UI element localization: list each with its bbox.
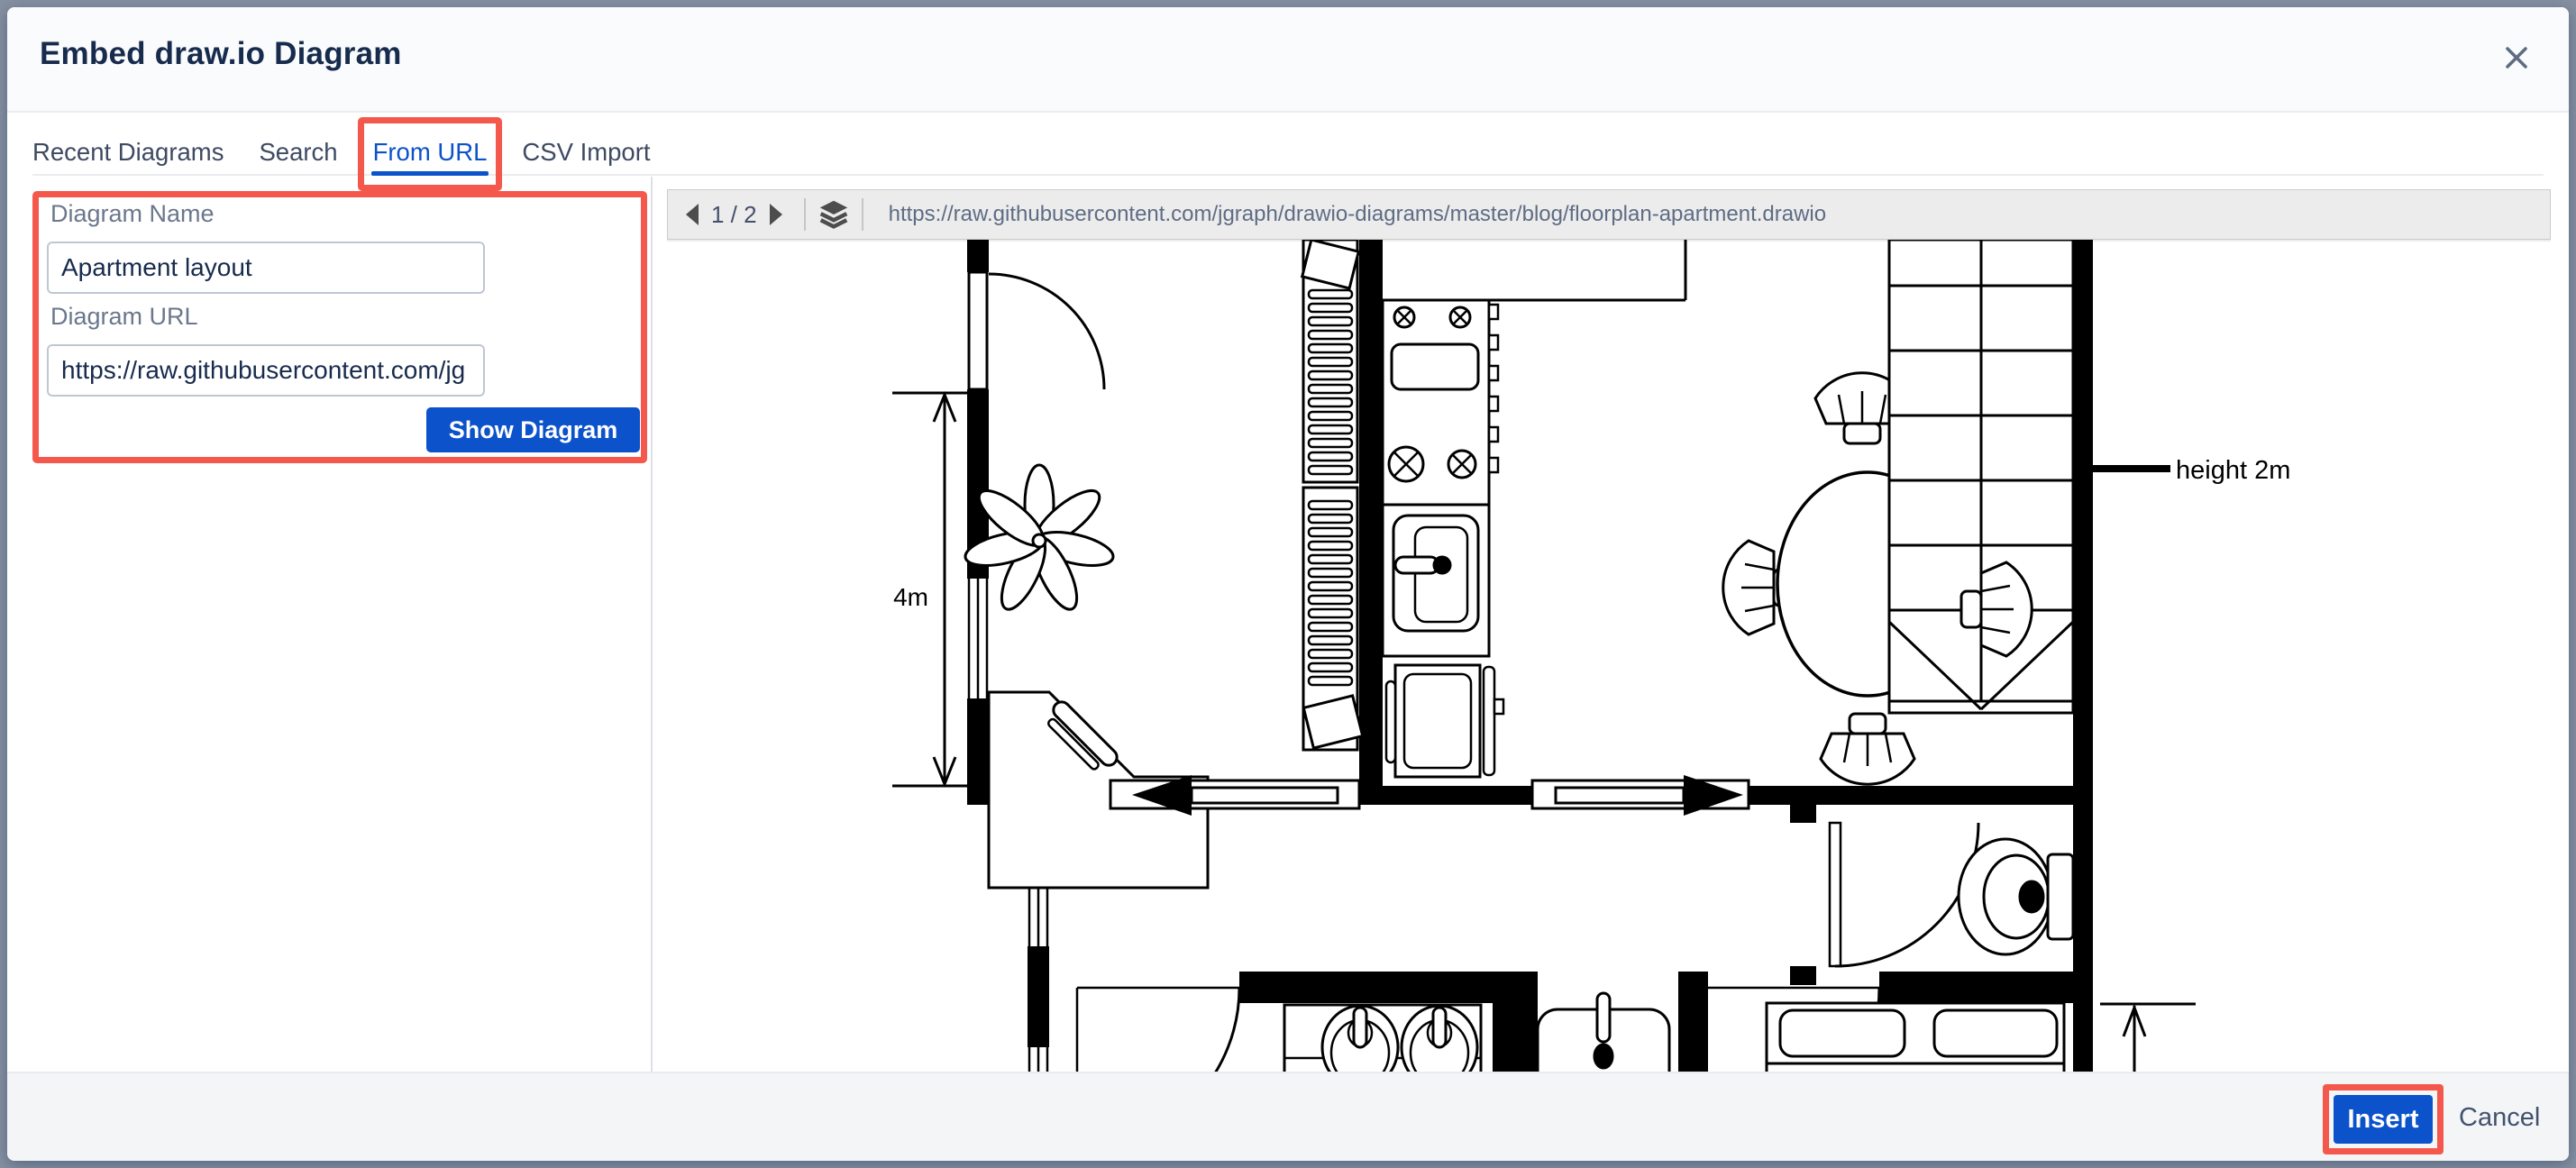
panel-preview-divider [651, 177, 653, 1073]
bed [1767, 1003, 2064, 1073]
toilet-room [1830, 823, 2073, 966]
diagram-url-input[interactable] [47, 344, 485, 397]
tab-bar: Recent Diagrams Search From URL CSV Impo… [32, 134, 651, 176]
tab-recent-diagrams[interactable]: Recent Diagrams [32, 134, 224, 176]
previous-page-icon [682, 202, 702, 227]
next-page-button[interactable] [761, 196, 791, 233]
next-page-icon [766, 202, 786, 227]
tab-label: Search [259, 138, 337, 166]
show-diagram-button[interactable]: Show Diagram [426, 407, 640, 452]
previous-page-button[interactable] [677, 196, 708, 233]
toolbar-separator [804, 198, 806, 231]
toolbar-separator [862, 198, 863, 231]
annotation-box-insert: Insert [2323, 1084, 2444, 1154]
tab-csv-import[interactable]: CSV Import [522, 134, 650, 176]
page-indicator: 1 / 2 [711, 201, 757, 229]
dialog-title: Embed draw.io Diagram [40, 36, 402, 72]
bathroom-sinks [1284, 1005, 1481, 1073]
tab-label: From URL [373, 138, 488, 166]
diagram-name-label: Diagram Name [50, 200, 215, 228]
floorplan-preview: 4m [667, 240, 2565, 1073]
insert-button[interactable]: Insert [2334, 1095, 2433, 1144]
layers-button[interactable] [818, 196, 849, 233]
dialog-footer [7, 1072, 2569, 1161]
close-icon [2503, 44, 2530, 71]
diagram-source-url: https://raw.githubusercontent.com/jgraph… [889, 202, 1827, 227]
tab-from-url[interactable]: From URL [373, 134, 488, 176]
tab-search[interactable]: Search [259, 134, 337, 176]
bottom-left-room [1077, 988, 1239, 1073]
diagram-url-label: Diagram URL [50, 303, 198, 331]
kitchen [1383, 240, 1685, 777]
layers-icon [818, 198, 849, 231]
height-label: height 2m [2176, 456, 2290, 485]
active-tab-underline [371, 171, 489, 176]
cancel-button[interactable]: Cancel [2459, 1093, 2540, 1142]
wardrobe [1302, 240, 1363, 750]
embed-diagram-dialog: Embed draw.io Diagram Recent Diagrams Se… [7, 7, 2569, 1161]
diagram-name-input[interactable] [47, 242, 485, 294]
tab-label: CSV Import [522, 138, 650, 166]
close-button[interactable] [2495, 36, 2538, 79]
dimension-bottom-right [2100, 1004, 2196, 1073]
preview-toolbar: 1 / 2 https://raw.githubusercontent.com/… [667, 189, 2551, 240]
kitchen-appliance [1386, 665, 1503, 777]
dimension-4m: 4m [892, 393, 968, 786]
entry-door [969, 272, 1104, 389]
tab-label: Recent Diagrams [32, 138, 224, 166]
dimension-4m-label: 4m [893, 583, 928, 611]
height-callout: height 2m [2093, 456, 2290, 485]
bathtub [1538, 993, 1669, 1073]
